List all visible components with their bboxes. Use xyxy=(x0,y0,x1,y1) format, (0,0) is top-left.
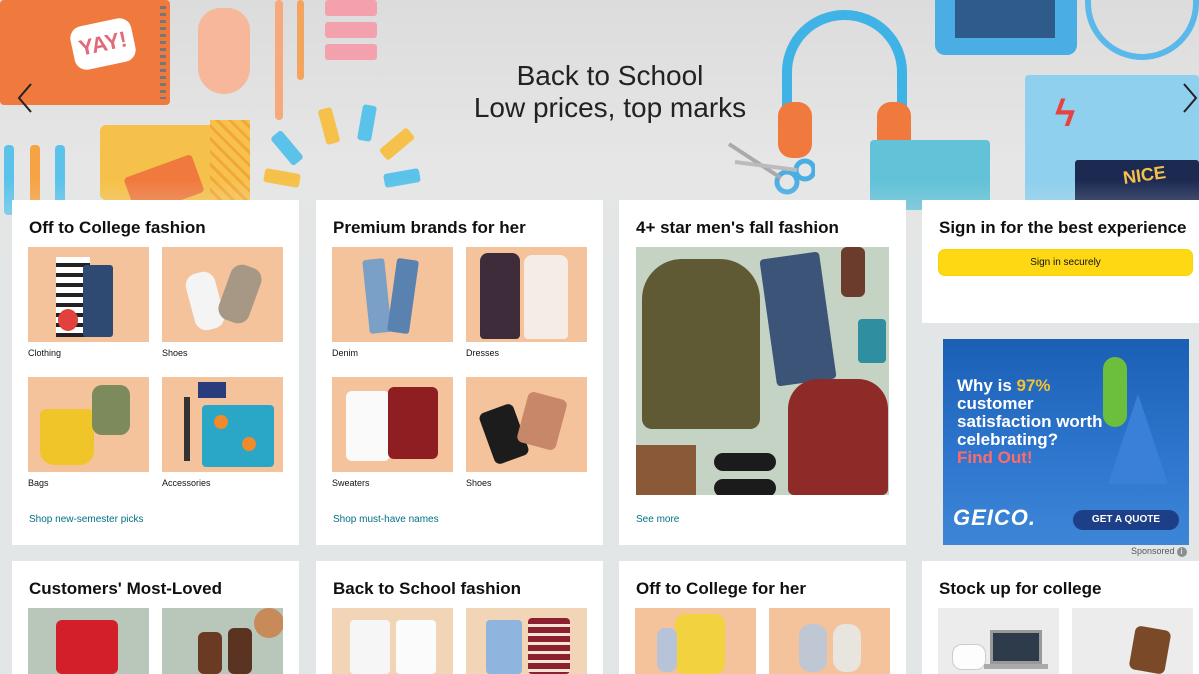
product-image[interactable] xyxy=(332,608,453,674)
chevron-right-icon xyxy=(1183,83,1198,113)
quad-item[interactable] xyxy=(635,608,756,674)
ad-cta-text: Find Out! xyxy=(957,448,1033,467)
card-title: 4+ star men's fall fashion xyxy=(636,218,839,237)
quad-item-dresses[interactable]: Dresses xyxy=(466,247,587,358)
quad-label: Clothing xyxy=(28,348,62,358)
quad-label: Dresses xyxy=(466,348,500,358)
product-image[interactable] xyxy=(332,247,453,342)
card-link[interactable]: See more xyxy=(636,514,679,525)
quad-item[interactable] xyxy=(162,608,283,674)
quad-label: Bags xyxy=(28,478,49,488)
product-image[interactable] xyxy=(28,608,149,674)
eraser-decoration xyxy=(325,0,377,16)
quad-item-bags[interactable]: Bags xyxy=(28,377,149,488)
get-a-quote-button[interactable]: GET A QUOTE xyxy=(1073,510,1179,530)
card-off-to-college-fashion: Off to College fashion Clothing Shoes Ba… xyxy=(12,200,299,545)
chevron-left-icon xyxy=(17,83,32,113)
card-link[interactable]: Shop new-semester picks xyxy=(29,514,144,525)
eraser-decoration xyxy=(325,44,377,60)
sponsored-ad[interactable]: Why is 97% customer satisfaction worth c… xyxy=(943,339,1189,545)
product-image[interactable] xyxy=(28,377,149,472)
card-title: Off to College for her xyxy=(636,579,806,598)
product-image[interactable] xyxy=(636,247,889,495)
hero-title-line1: Back to School xyxy=(516,60,704,91)
card-customers-most-loved: Customers' Most-Loved xyxy=(12,561,299,674)
ad-text-pre: Why is xyxy=(957,376,1017,395)
card-title: Stock up for college xyxy=(939,579,1102,598)
carousel-next-button[interactable] xyxy=(1175,78,1199,118)
quad-label: Accessories xyxy=(162,478,211,488)
card-title: Sign in for the best experience xyxy=(939,218,1187,237)
quad-item[interactable] xyxy=(466,608,587,674)
quad-item-sweaters[interactable]: Sweaters xyxy=(332,377,453,488)
hero-title-line2: Low prices, top marks xyxy=(473,92,747,123)
quad-label: Sweaters xyxy=(332,478,370,488)
quad-item[interactable] xyxy=(1072,608,1193,674)
card-mens-fall-fashion: 4+ star men's fall fashion See more xyxy=(619,200,906,545)
quad-label: Shoes xyxy=(162,348,188,358)
product-image[interactable] xyxy=(466,247,587,342)
product-image[interactable] xyxy=(769,608,890,674)
quad-item-shoes[interactable]: Shoes xyxy=(466,377,587,488)
mouse-decoration xyxy=(198,8,250,94)
card-premium-brands-for-her: Premium brands for her Denim Dresses Swe… xyxy=(316,200,603,545)
geico-logo: GEICO. xyxy=(953,505,1037,530)
product-image[interactable] xyxy=(162,608,283,674)
hero-title: Back to School Low prices, top marks xyxy=(350,60,870,124)
carousel-prev-button[interactable] xyxy=(10,78,40,118)
product-image[interactable] xyxy=(466,608,587,674)
quad-label: Shoes xyxy=(466,478,492,488)
product-image[interactable] xyxy=(162,247,283,342)
highlighter-decoration xyxy=(317,106,341,146)
sponsored-label: Sponsored i xyxy=(1131,546,1187,557)
product-image[interactable] xyxy=(466,377,587,472)
card-title: Back to School fashion xyxy=(333,579,521,598)
card-link[interactable]: Shop must-have names xyxy=(333,514,439,525)
product-image[interactable] xyxy=(635,608,756,674)
product-image[interactable] xyxy=(938,608,1059,674)
highlighter-decoration xyxy=(378,127,416,161)
ad-text-post: customer satisfaction worth celebrating? xyxy=(957,394,1103,449)
quad-item-shoes[interactable]: Shoes xyxy=(162,247,283,358)
info-icon[interactable]: i xyxy=(1176,546,1187,557)
eraser-decoration xyxy=(325,22,377,38)
product-image[interactable] xyxy=(28,247,149,342)
product-image[interactable] xyxy=(332,377,453,472)
quad-item[interactable] xyxy=(938,608,1059,674)
quad-item-accessories[interactable]: Accessories xyxy=(162,377,283,488)
quad-item[interactable] xyxy=(332,608,453,674)
card-back-to-school-fashion: Back to School fashion xyxy=(316,561,603,674)
pen-decoration xyxy=(297,0,304,80)
protractor-decoration xyxy=(1085,0,1199,60)
ad-highlight: 97% xyxy=(1016,376,1051,395)
sponsored-text: Sponsored xyxy=(1131,546,1175,556)
quad-label: Denim xyxy=(332,348,359,358)
tablet-decoration xyxy=(935,0,1077,55)
ad-headline: Why is 97% customer satisfaction worth c… xyxy=(957,377,1127,467)
quad-item-denim[interactable]: Denim xyxy=(332,247,453,358)
product-image[interactable] xyxy=(162,377,283,472)
card-off-to-college-for-her: Off to College for her xyxy=(619,561,906,674)
highlighter-decoration xyxy=(270,129,304,167)
card-title: Off to College fashion xyxy=(29,218,206,237)
quad-item[interactable] xyxy=(28,608,149,674)
card-title: Customers' Most-Loved xyxy=(29,579,222,598)
quad-item-clothing[interactable]: Clothing xyxy=(28,247,149,358)
sign-in-button[interactable]: Sign in securely xyxy=(938,249,1193,276)
card-title: Premium brands for her xyxy=(333,218,526,237)
card-sign-in: Sign in for the best experience Sign in … xyxy=(922,200,1199,323)
pen-decoration xyxy=(275,0,283,120)
product-image[interactable] xyxy=(1072,608,1193,674)
card-stock-up-for-college: Stock up for college xyxy=(922,561,1199,674)
quad-item[interactable] xyxy=(769,608,890,674)
